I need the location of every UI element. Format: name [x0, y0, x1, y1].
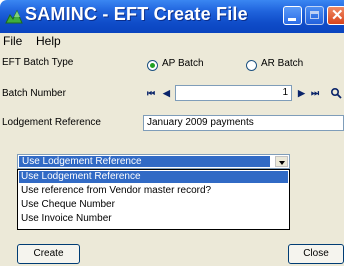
dropdown-option[interactable]: Use Cheque Number — [19, 199, 288, 211]
first-record-icon[interactable]: ⏮ — [147, 88, 155, 99]
minimize-button[interactable] — [283, 6, 302, 25]
dropdown-option[interactable]: Use Invoice Number — [19, 213, 288, 225]
ar-batch-radio[interactable] — [246, 60, 257, 71]
window-title: SAMINC - EFT Create File — [25, 4, 248, 24]
batch-number-field[interactable]: 1 — [175, 85, 292, 101]
title-bar[interactable]: SAMINC - EFT Create File ✕ — [0, 0, 344, 33]
close-window-button[interactable]: ✕ — [327, 6, 344, 25]
radio-selected-dot — [150, 63, 155, 68]
batch-number-label: Batch Number — [2, 88, 66, 99]
reference-source-select[interactable]: Use Lodgement Reference — [17, 154, 290, 169]
reference-source-selected: Use Lodgement Reference — [19, 156, 270, 167]
menu-bar: File Help — [0, 33, 344, 50]
lodgement-reference-field[interactable]: January 2009 payments — [143, 115, 344, 131]
saminc-app-icon — [5, 9, 23, 24]
search-icon[interactable] — [330, 87, 342, 99]
dropdown-option[interactable]: Use Lodgement Reference — [19, 171, 288, 183]
dropdown-option[interactable]: Use reference from Vendor master record? — [19, 185, 288, 197]
ar-batch-label[interactable]: AR Batch — [261, 58, 303, 69]
eft-create-file-window: SAMINC - EFT Create File ✕ File Help EFT… — [0, 0, 344, 266]
close-icon: ✕ — [331, 7, 344, 24]
menu-file[interactable]: File — [3, 34, 22, 48]
lodgement-reference-label: Lodgement Reference — [2, 117, 101, 128]
batch-type-label: EFT Batch Type — [2, 57, 74, 68]
create-button[interactable]: Create — [17, 244, 80, 264]
chevron-down-icon[interactable] — [275, 156, 288, 167]
ap-batch-label[interactable]: AP Batch — [162, 58, 204, 69]
menu-help[interactable]: Help — [36, 34, 61, 48]
maximize-button[interactable] — [305, 6, 324, 25]
close-button[interactable]: Close — [288, 244, 344, 264]
minimize-icon — [288, 18, 296, 21]
next-record-icon[interactable]: ▶ — [298, 88, 305, 99]
eft-form: EFT Batch Type AP Batch AR Batch Batch N… — [0, 50, 344, 266]
maximize-icon — [310, 11, 319, 19]
previous-record-icon[interactable]: ◀ — [163, 88, 170, 99]
last-record-icon[interactable]: ⏭ — [311, 88, 319, 99]
ap-batch-radio[interactable] — [147, 60, 158, 71]
reference-source-dropdown: Use Lodgement Reference Use reference fr… — [17, 169, 290, 230]
